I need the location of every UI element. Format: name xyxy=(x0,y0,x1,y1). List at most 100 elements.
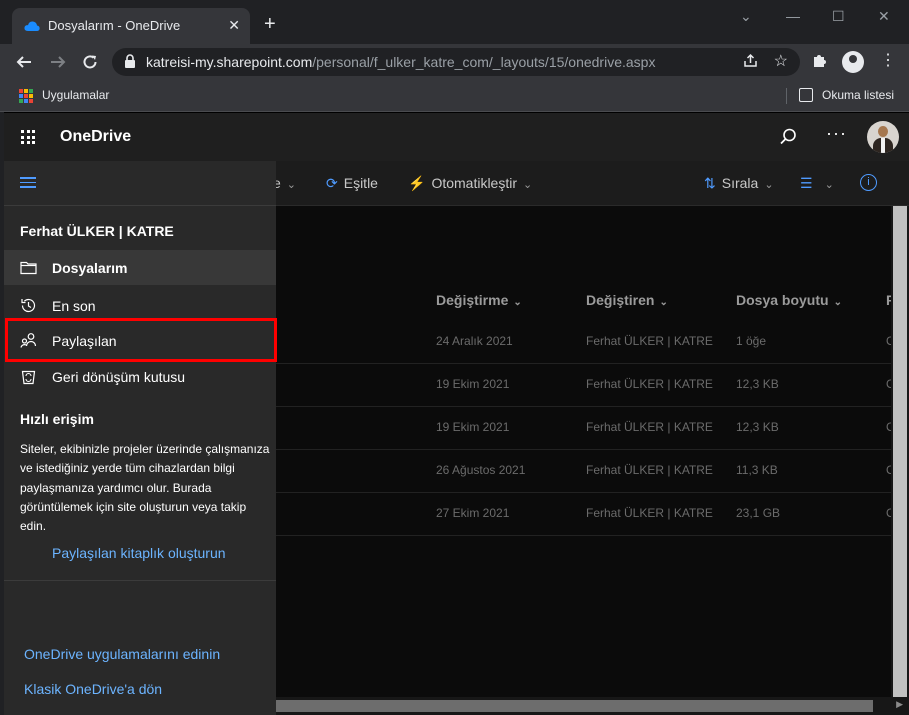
browser-tab[interactable]: Dosyalarım - OneDrive ✕ xyxy=(12,8,250,44)
minimize-button[interactable]: — xyxy=(786,8,800,24)
vertical-scrollbar[interactable] xyxy=(891,206,909,697)
automate-button[interactable]: ⚡ Otomatikleştir ⌄ xyxy=(408,175,532,192)
new-tab-button[interactable]: + xyxy=(264,14,276,34)
chevron-down-icon: ⌄ xyxy=(523,179,533,191)
browser-titlebar: Dosyalarım - OneDrive ✕ + ⌄ — ☐ ✕ xyxy=(0,0,909,44)
table-row[interactable]: 27 Ekim 2021 Ferhat ÜLKER | KATRE 23,1 G… xyxy=(276,493,895,536)
bookmark-star-icon[interactable]: ☆ xyxy=(774,51,788,71)
user-avatar[interactable] xyxy=(867,121,899,153)
cell-modified: 27 Ekim 2021 xyxy=(436,506,510,520)
table-row[interactable]: 26 Ağustos 2021 Ferhat ÜLKER | KATRE 11,… xyxy=(276,450,895,493)
tab-close-button[interactable]: ✕ xyxy=(228,17,240,34)
reading-list-icon[interactable] xyxy=(799,88,813,102)
nav-item-recycle-bin[interactable]: Geri dönüşüm kutusu xyxy=(4,359,276,394)
sort-label: Sırala xyxy=(721,175,759,191)
quick-access-title: Hızlı erişim xyxy=(20,411,94,427)
onedrive-cloud-icon xyxy=(24,21,40,31)
cell-modified: 19 Ekim 2021 xyxy=(436,420,510,434)
url-text: katreisi-my.sharepoint.com/personal/f_ul… xyxy=(146,54,655,70)
cell-modified: 24 Aralık 2021 xyxy=(436,334,513,348)
column-header-modified[interactable]: Değiştirme ⌄ xyxy=(436,292,522,308)
share-icon[interactable] xyxy=(743,53,758,68)
suite-header: OneDrive ··· xyxy=(4,113,909,161)
apps-bookmark[interactable]: Uygulamalar xyxy=(42,88,109,102)
classic-onedrive-link[interactable]: Klasik OneDrive'a dön xyxy=(24,681,162,697)
nav-item-label: En son xyxy=(52,298,96,314)
cell-size: 11,3 KB xyxy=(736,463,778,477)
app-launcher-icon[interactable] xyxy=(21,130,35,144)
chevron-down-icon: ⌄ xyxy=(764,179,774,191)
vertical-scroll-thumb[interactable] xyxy=(893,206,907,697)
cell-modified-by: Ferhat ÜLKER | KATRE xyxy=(586,463,713,477)
column-header-size[interactable]: Dosya boyutu ⌄ xyxy=(736,292,842,308)
onedrive-app: OneDrive ··· tle⌄ ⟳Eşitle ⚡Otomatikleşti… xyxy=(4,113,909,715)
reading-list-button[interactable]: Okuma listesi xyxy=(822,88,894,102)
url-path: /personal/f_ulker_katre_com/_layouts/15/… xyxy=(312,54,656,70)
cell-modified: 26 Ağustos 2021 xyxy=(436,463,526,477)
maximize-button[interactable]: ☐ xyxy=(832,8,845,25)
address-bar[interactable]: katreisi-my.sharepoint.com/personal/f_ul… xyxy=(112,48,800,76)
column-modified-by-label: Değiştiren xyxy=(586,292,655,308)
scroll-right-arrow-icon[interactable]: ▶ xyxy=(896,699,903,710)
sync-label: Eşitle xyxy=(343,175,378,191)
view-list-icon: ☰ xyxy=(800,175,813,191)
lock-icon xyxy=(125,54,135,68)
avatar-head xyxy=(878,126,888,137)
sync-button[interactable]: ⟳ Eşitle xyxy=(326,175,378,192)
recycle-bin-icon xyxy=(21,370,36,385)
column-modified-label: Değiştirme xyxy=(436,292,509,308)
nav-item-label: Dosyalarım xyxy=(52,260,128,276)
sort-button[interactable]: ⇅ Sırala ⌄ xyxy=(704,175,774,192)
url-host: katreisi-my.sharepoint.com xyxy=(146,54,313,70)
automate-icon: ⚡ xyxy=(408,175,426,191)
nav-user-name: Ferhat ÜLKER | KATRE xyxy=(20,223,174,239)
avatar-shirt xyxy=(881,138,885,153)
highlight-annotation-box xyxy=(5,318,277,362)
hamburger-menu-icon[interactable] xyxy=(20,177,36,189)
column-header-modified-by[interactable]: Değiştiren ⌄ xyxy=(586,292,668,308)
table-row[interactable]: 19 Ekim 2021 Ferhat ÜLKER | KATRE 12,3 K… xyxy=(276,364,895,407)
extensions-puzzle-icon[interactable] xyxy=(812,52,828,68)
cell-modified: 19 Ekim 2021 xyxy=(436,377,510,391)
cell-size: 1 öğe xyxy=(736,334,767,348)
browser-toolbar: katreisi-my.sharepoint.com/personal/f_ul… xyxy=(0,44,909,80)
tab-title: Dosyalarım - OneDrive xyxy=(48,18,181,33)
chevron-down-icon: ⌄ xyxy=(513,297,522,308)
bookmarks-divider xyxy=(786,88,787,104)
get-onedrive-apps-link[interactable]: OneDrive uygulamalarını edinin xyxy=(24,646,220,662)
chevron-down-icon: ⌄ xyxy=(659,297,668,308)
sort-icon: ⇅ xyxy=(704,175,716,191)
chevron-down-icon: ⌄ xyxy=(286,179,297,191)
more-options-icon[interactable]: ··· xyxy=(826,123,847,144)
reload-icon[interactable] xyxy=(82,54,98,70)
forward-arrow-icon[interactable] xyxy=(50,54,66,70)
tab-search-icon[interactable]: ⌄ xyxy=(740,8,752,25)
apps-grid-icon[interactable] xyxy=(19,89,33,103)
cell-modified-by: Ferhat ÜLKER | KATRE xyxy=(586,334,713,348)
history-icon xyxy=(21,298,36,313)
back-arrow-icon[interactable] xyxy=(16,54,32,70)
nav-item-my-files[interactable]: Dosyalarım xyxy=(4,250,276,285)
bookmarks-bar: Uygulamalar Okuma listesi xyxy=(0,80,909,112)
info-icon[interactable]: i xyxy=(860,174,877,191)
table-row[interactable]: 19 Ekim 2021 Ferhat ÜLKER | KATRE 12,3 K… xyxy=(276,407,895,450)
automate-label: Otomatikleştir xyxy=(431,175,518,191)
browser-menu-icon[interactable]: ⋮ xyxy=(880,50,896,70)
cell-modified-by: Ferhat ÜLKER | KATRE xyxy=(586,420,713,434)
cell-size: 12,3 KB xyxy=(736,420,779,434)
onedrive-brand[interactable]: OneDrive xyxy=(60,128,131,146)
search-icon[interactable] xyxy=(778,127,798,147)
cell-size: 12,3 KB xyxy=(736,377,779,391)
quick-access-description: Siteler, ekibinizle projeler üzerinde ça… xyxy=(20,442,270,534)
view-options-button[interactable]: ☰ ⌄ xyxy=(800,175,834,192)
cell-size: 23,1 GB xyxy=(736,506,781,520)
create-shared-library-link[interactable]: Paylaşılan kitaplık oluşturun xyxy=(52,545,226,561)
close-window-button[interactable]: ✕ xyxy=(878,8,890,25)
nav-divider xyxy=(4,205,276,206)
table-row[interactable]: 24 Aralık 2021 Ferhat ÜLKER | KATRE 1 öğ… xyxy=(276,321,895,364)
profile-avatar-icon[interactable] xyxy=(842,51,864,73)
horizontal-scroll-thumb[interactable] xyxy=(276,700,873,712)
nav-bottom-divider xyxy=(4,580,276,581)
cell-modified-by: Ferhat ÜLKER | KATRE xyxy=(586,506,713,520)
nav-item-label: Geri dönüşüm kutusu xyxy=(52,369,186,385)
